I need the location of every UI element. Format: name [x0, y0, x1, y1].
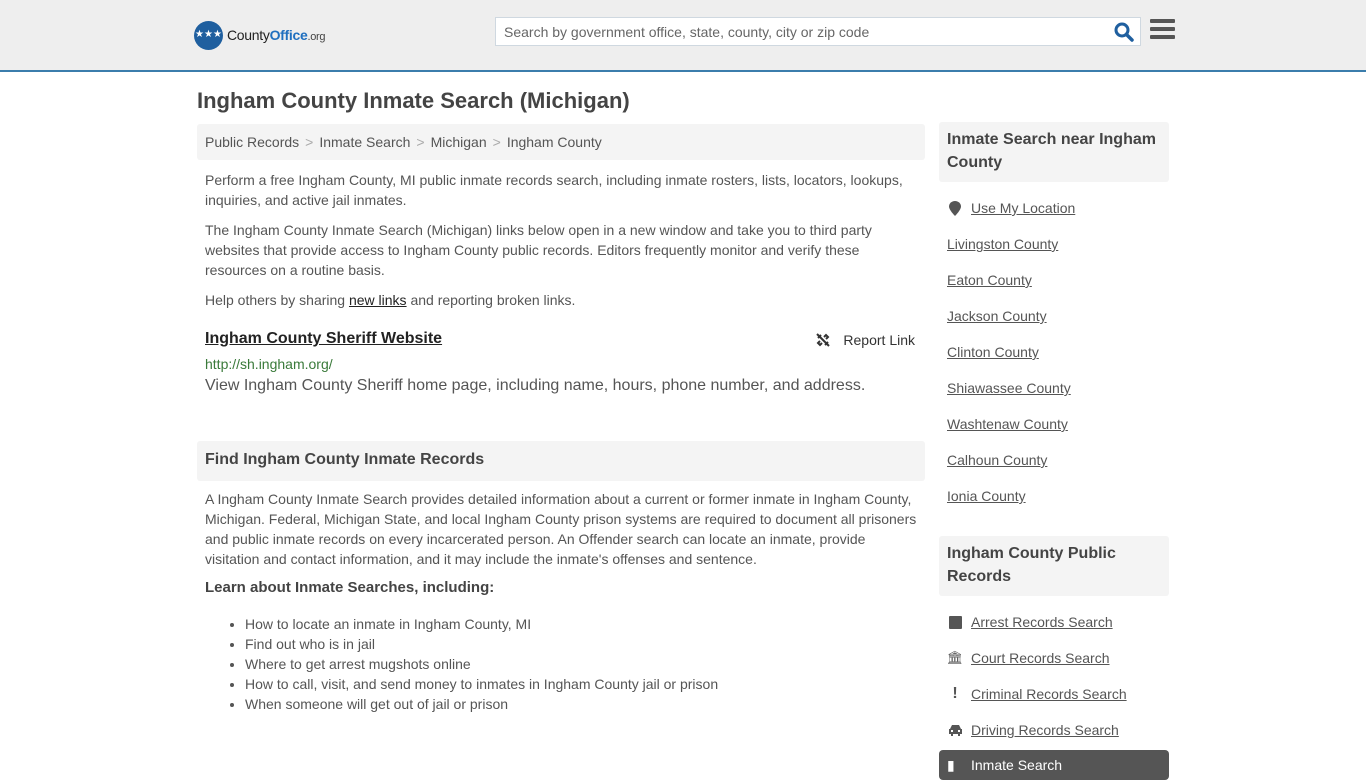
learn-heading: Learn about Inmate Searches, including: — [205, 579, 495, 596]
nearby-item: Jackson County — [947, 298, 1161, 334]
car-icon — [947, 724, 963, 736]
search-box — [495, 17, 1141, 46]
nearby-item: Washtenaw County — [947, 406, 1161, 442]
nearby-list: Use My Location Livingston County Eaton … — [939, 190, 1169, 514]
result-title-link[interactable]: Ingham County Sheriff Website — [205, 330, 442, 347]
nearby-item: Ionia County — [947, 478, 1161, 514]
menu-bar — [1150, 19, 1175, 23]
use-my-location-item: Use My Location — [947, 190, 1161, 226]
records-item: ! Criminal Records Search — [947, 676, 1161, 712]
hamburger-menu-button[interactable] — [1150, 19, 1175, 41]
nearby-county-link[interactable]: Calhoun County — [947, 452, 1047, 468]
court-records-link[interactable]: Court Records Search — [971, 650, 1110, 666]
driving-records-link[interactable]: Driving Records Search — [971, 722, 1119, 738]
broken-link-icon — [816, 333, 831, 347]
nearby-item: Calhoun County — [947, 442, 1161, 478]
help-paragraph: Help others by sharing new links and rep… — [205, 292, 576, 308]
result-description: View Ingham County Sheriff home page, in… — [205, 377, 866, 394]
list-item: How to call, visit, and send money to in… — [245, 674, 917, 694]
breadcrumb-michigan[interactable]: Michigan — [431, 134, 487, 150]
intro-paragraph-2: The Ingham County Inmate Search (Michiga… — [205, 222, 872, 278]
breadcrumb-public-records[interactable]: Public Records — [205, 134, 299, 150]
public-records-heading: Ingham County Public Records — [939, 536, 1169, 596]
new-links-link[interactable]: new links — [349, 292, 407, 308]
nearby-county-link[interactable]: Eaton County — [947, 272, 1032, 288]
find-records-paragraph: A Ingham County Inmate Search provides d… — [205, 491, 917, 567]
active-item-label: Inmate Search — [971, 757, 1063, 773]
nearby-heading: Inmate Search near Ingham County — [939, 122, 1169, 182]
inmate-search-active-item[interactable]: ▮ Inmate Search — [939, 750, 1169, 780]
result-item: Ingham County Sheriff Website Report Lin… — [197, 330, 925, 395]
use-my-location-link[interactable]: Use My Location — [971, 200, 1075, 216]
courthouse-icon: 🏛 — [946, 650, 964, 665]
list-item: When someone will get out of jail or pri… — [245, 694, 917, 714]
nearby-county-link[interactable]: Ionia County — [947, 488, 1026, 504]
report-link-label: Report Link — [843, 332, 915, 348]
page-title: Ingham County Inmate Search (Michigan) — [197, 88, 630, 113]
breadcrumb-separator: > — [492, 134, 501, 150]
site-logo[interactable]: ★★★ CountyOffice.org — [194, 20, 326, 50]
door-icon: ▮ — [947, 756, 955, 773]
learn-list: How to locate an inmate in Ingham County… — [205, 614, 917, 714]
search-input[interactable] — [496, 18, 1096, 45]
sidebar-public-records: Ingham County Public Records Arrest Reco… — [939, 536, 1169, 780]
intro-text: Perform a free Ingham County, MI public … — [197, 170, 925, 320]
menu-bar — [1150, 35, 1175, 39]
nearby-county-link[interactable]: Clinton County — [947, 344, 1039, 360]
site-header: ★★★ CountyOffice.org — [0, 0, 1366, 72]
nearby-item: Shiawassee County — [947, 370, 1161, 406]
menu-bar — [1150, 27, 1175, 31]
find-records-body: A Ingham County Inmate Search provides d… — [197, 489, 925, 714]
logo-wordmark: CountyOffice.org — [227, 27, 326, 43]
arrest-records-link[interactable]: Arrest Records Search — [971, 614, 1113, 630]
list-item: How to locate an inmate in Ingham County… — [245, 614, 917, 634]
records-item: Arrest Records Search — [947, 604, 1161, 640]
search-icon — [1114, 22, 1134, 42]
sidebar-nearby: Inmate Search near Ingham County Use My … — [939, 122, 1169, 514]
result-url[interactable]: http://sh.ingham.org/ — [205, 356, 917, 372]
find-records-heading: Find Ingham County Inmate Records — [197, 441, 925, 481]
breadcrumb-inmate-search[interactable]: Inmate Search — [319, 134, 410, 150]
search-button[interactable] — [1114, 22, 1134, 42]
nearby-county-link[interactable]: Livingston County — [947, 236, 1058, 252]
criminal-records-link[interactable]: Criminal Records Search — [971, 686, 1127, 702]
eagle-logo-icon: ★★★ — [194, 20, 223, 50]
nearby-item: Livingston County — [947, 226, 1161, 262]
nearby-county-link[interactable]: Jackson County — [947, 308, 1047, 324]
nearby-county-link[interactable]: Shiawassee County — [947, 380, 1071, 396]
list-item: Find out who is in jail — [245, 634, 917, 654]
nearby-item: Clinton County — [947, 334, 1161, 370]
exclamation-icon: ! — [952, 685, 958, 702]
public-records-list: Arrest Records Search 🏛 Court Records Sea… — [939, 604, 1169, 748]
square-icon — [947, 615, 963, 629]
nearby-item: Eaton County — [947, 262, 1161, 298]
breadcrumb-separator: > — [305, 134, 314, 150]
list-item: Where to get arrest mugshots online — [245, 654, 917, 674]
nearby-county-link[interactable]: Washtenaw County — [947, 416, 1068, 432]
intro-paragraph-1: Perform a free Ingham County, MI public … — [205, 172, 903, 208]
records-item: 🏛 Court Records Search — [947, 640, 1161, 676]
records-item: Driving Records Search — [947, 712, 1161, 748]
breadcrumb-separator: > — [416, 134, 425, 150]
map-marker-icon — [947, 200, 963, 216]
breadcrumb: Public Records > Inmate Search > Michigan > In… — [197, 124, 925, 160]
breadcrumb-current: Ingham County — [506, 134, 602, 150]
report-link-button[interactable]: Report Link — [815, 332, 915, 348]
